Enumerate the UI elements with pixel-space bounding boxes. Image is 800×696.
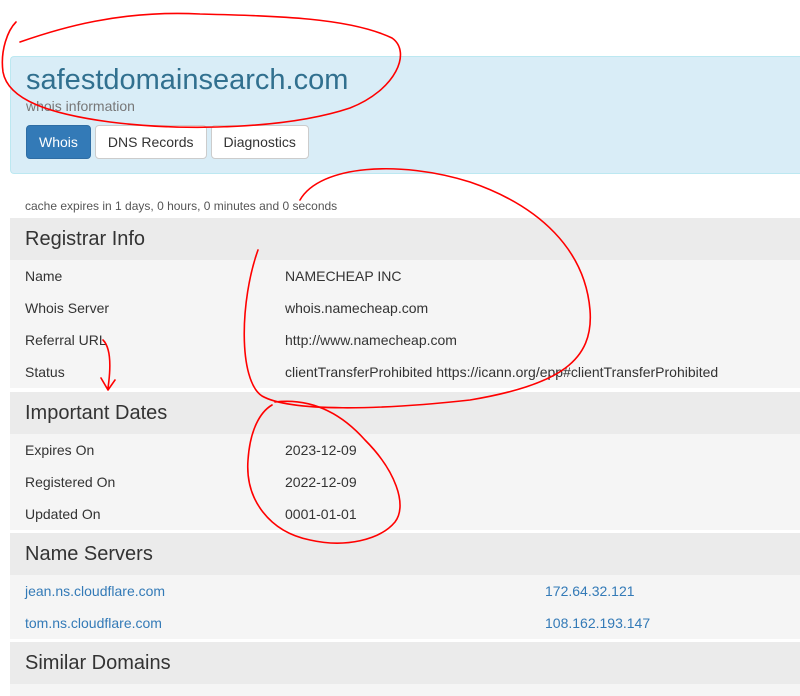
table-row: Expires On 2023-12-09 <box>10 434 800 466</box>
row-label: Whois Server <box>25 300 110 316</box>
dates-section: Important Dates Expires On 2023-12-09 Re… <box>10 392 800 530</box>
table-row: tom.ns.cloudflare.com 108.162.193.147 <box>10 607 800 639</box>
cache-note: cache expires in 1 days, 0 hours, 0 minu… <box>25 199 338 213</box>
section-heading: Registrar Info <box>10 218 800 260</box>
site-title: safestdomainsearch.com <box>26 64 349 96</box>
row-label: Expires On <box>25 442 95 458</box>
section-heading: Important Dates <box>10 392 800 434</box>
table-row: Referral URL http://www.namecheap.com <box>10 324 800 356</box>
table-row: Status clientTransferProhibited https://… <box>10 356 800 388</box>
section-heading: Name Servers <box>10 533 800 575</box>
nameservers-section: Name Servers jean.ns.cloudflare.com 172.… <box>10 533 800 639</box>
nameserver-link[interactable]: tom.ns.cloudflare.com <box>25 607 162 639</box>
tab-diagnostics[interactable]: Diagnostics <box>210 125 309 159</box>
tab-dns-records[interactable]: DNS Records <box>94 125 207 159</box>
table-row: Name NAMECHEAP INC <box>10 260 800 292</box>
row-value: http://www.namecheap.com <box>285 332 457 348</box>
row-value: clientTransferProhibited https://icann.o… <box>285 364 719 380</box>
tab-whois[interactable]: Whois <box>26 125 91 159</box>
site-subtitle: whois information <box>26 98 135 114</box>
table-row: Updated On 0001-01-01 <box>10 498 800 530</box>
row-value: 2022-12-09 <box>285 474 357 490</box>
row-value: NAMECHEAP INC <box>285 268 402 284</box>
row-label: Referral URL <box>25 332 107 348</box>
nameserver-link[interactable]: jean.ns.cloudflare.com <box>25 575 165 607</box>
registrar-section: Registrar Info Name NAMECHEAP INC Whois … <box>10 218 800 388</box>
similar-section: Similar Domains <box>10 642 800 696</box>
header-panel: safestdomainsearch.com whois information… <box>10 56 800 174</box>
section-heading: Similar Domains <box>10 642 800 684</box>
row-label: Status <box>25 364 65 380</box>
table-row: Whois Server whois.namecheap.com <box>10 292 800 324</box>
row-value: 2023-12-09 <box>285 442 357 458</box>
tab-bar: Whois DNS Records Diagnostics <box>26 125 313 159</box>
row-value: whois.namecheap.com <box>285 300 429 316</box>
table-row: Registered On 2022-12-09 <box>10 466 800 498</box>
nameserver-ip-link[interactable]: 172.64.32.121 <box>545 575 635 607</box>
row-value: 0001-01-01 <box>285 506 357 522</box>
row-label: Registered On <box>25 474 116 490</box>
row-label: Updated On <box>25 506 101 522</box>
row-label: Name <box>25 268 63 284</box>
nameserver-ip-link[interactable]: 108.162.193.147 <box>545 607 650 639</box>
table-row: jean.ns.cloudflare.com 172.64.32.121 <box>10 575 800 607</box>
